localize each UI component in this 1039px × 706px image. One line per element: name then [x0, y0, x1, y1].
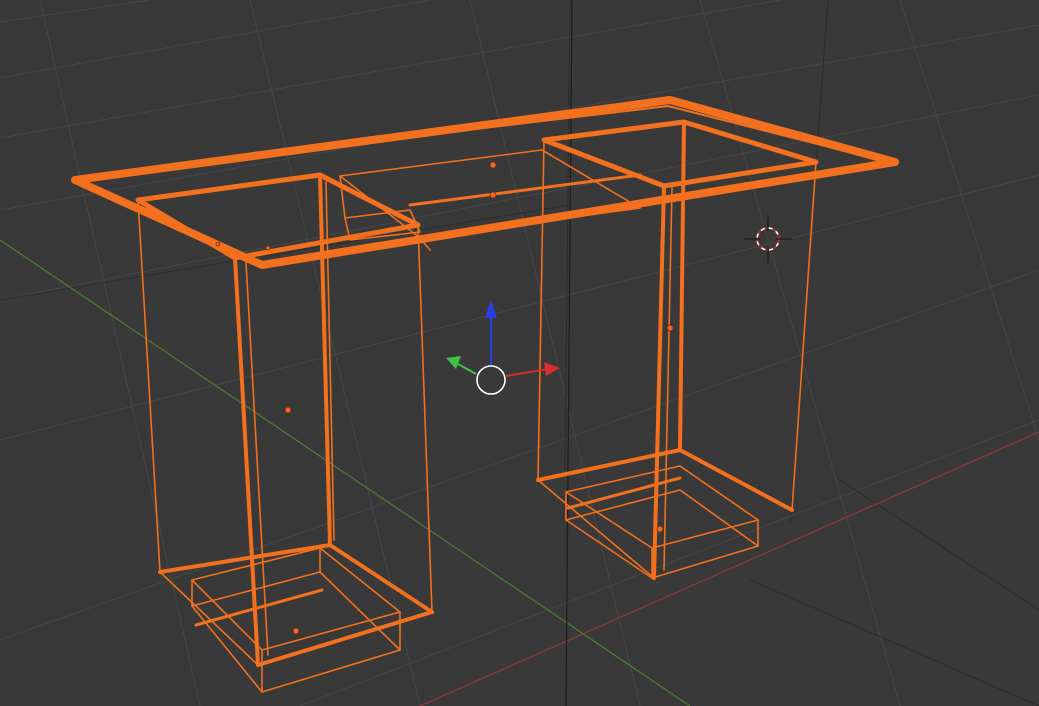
gizmo-center-ring[interactable] [476, 365, 506, 395]
gizmo-y-arrow-icon[interactable] [446, 356, 461, 369]
right-cabinet[interactable] [536, 119, 819, 580]
origin-dot [489, 161, 497, 169]
transform-manipulator-icon[interactable] [446, 300, 560, 395]
desk-tabletop[interactable] [71, 96, 899, 269]
y-axis-line [0, 239, 691, 706]
gizmo-y-handle[interactable] [457, 363, 477, 375]
desk-object[interactable] [71, 96, 899, 693]
origin-dot [265, 245, 271, 251]
origin-dot [489, 191, 497, 199]
right-plinth[interactable] [565, 465, 759, 579]
origin-dot [284, 406, 292, 414]
origin-dot [292, 627, 300, 635]
gizmo-x-handle[interactable] [505, 368, 549, 377]
gizmo-z-arrow-icon[interactable] [485, 300, 497, 318]
viewport-canvas[interactable] [0, 0, 1039, 706]
origin-dot [666, 324, 674, 332]
floor-grid [0, 0, 1039, 706]
origin-dot [656, 525, 664, 533]
3d-viewport[interactable] [0, 0, 1039, 706]
origin-dot [215, 241, 221, 247]
x-axis-line [419, 431, 1039, 706]
